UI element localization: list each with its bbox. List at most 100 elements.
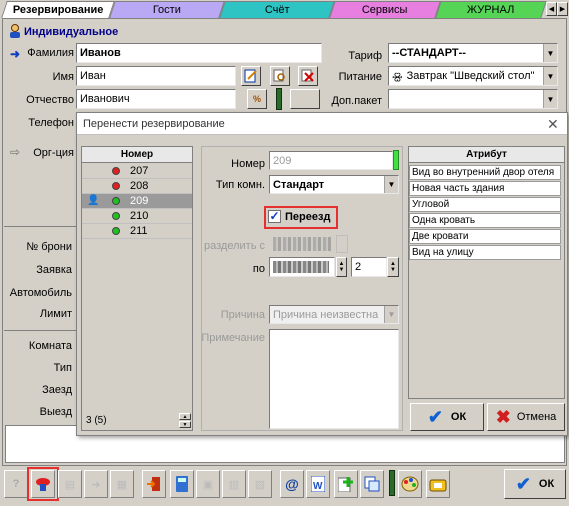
chevron-down-icon: ▼: [384, 176, 398, 193]
attributes-panel: Атрибут Вид во внутренний двор отеля Нов…: [408, 146, 565, 399]
tab-services[interactable]: Сервисы: [329, 1, 441, 18]
food-icon: 🝮: [392, 71, 403, 83]
tab-booking[interactable]: Резервирование: [1, 1, 115, 18]
tab-guests[interactable]: Гости: [109, 1, 225, 18]
patronymic-field[interactable]: Иванович: [76, 89, 236, 109]
room-row[interactable]: 207: [82, 164, 192, 179]
tarif-label: Тариф: [348, 50, 382, 62]
surname-label: Фамилия: [27, 47, 74, 59]
reason-select: Причина неизвестна ▼: [269, 305, 399, 324]
room-row[interactable]: 210: [82, 209, 192, 224]
percent-icon[interactable]: %: [247, 89, 267, 109]
main-ok-button[interactable]: ✔ ОК: [504, 469, 566, 499]
surname-field[interactable]: Иванов: [76, 43, 322, 63]
status-dot-icon: [112, 212, 120, 220]
car-label: Автомобиль: [9, 287, 72, 299]
calculator-icon[interactable]: [170, 470, 194, 498]
move-booking-dialog: Перенести резервирование ✕ Номер 207 208…: [76, 112, 568, 436]
edit-icon[interactable]: [241, 66, 261, 86]
note-textarea[interactable]: [269, 329, 399, 429]
attribute-item[interactable]: Угловой: [409, 197, 561, 212]
email-icon[interactable]: @: [280, 470, 304, 498]
extra-package-select[interactable]: ▼: [388, 89, 558, 109]
disabled-tool-icon: ▧: [248, 470, 272, 498]
name-label: Имя: [52, 71, 74, 83]
chevron-down-icon: ▼: [543, 90, 557, 108]
move-checkbox-label: Переезд: [285, 211, 331, 223]
checkmark-icon: ✔: [515, 473, 531, 494]
room-row[interactable]: 211: [82, 224, 192, 239]
attribute-item[interactable]: Вид во внутренний двор отеля: [409, 165, 561, 180]
request-label: Заявка: [36, 264, 72, 276]
attribute-item[interactable]: Две кровати: [409, 229, 561, 244]
cross-icon: ✖: [495, 406, 511, 427]
split-date-spinner: [336, 235, 348, 253]
extra-package-label: Доп.пакет: [331, 95, 382, 107]
dialog-cancel-button[interactable]: ✖ Отмена: [487, 403, 565, 431]
svg-text:W: W: [313, 481, 323, 492]
room-count: 3 (5): [86, 415, 107, 426]
help-icon[interactable]: ?: [4, 470, 28, 498]
attribute-item[interactable]: Новая часть здания: [409, 181, 561, 196]
chevron-down-icon: ▼: [543, 67, 557, 85]
chevron-down-icon: ▼: [384, 306, 398, 323]
arrow-right-outline-icon: ⇨: [10, 145, 21, 159]
attributes-header: Атрибут: [409, 147, 564, 163]
split-date-field: [273, 237, 331, 251]
person-icon: 👤: [87, 195, 100, 206]
attribute-item[interactable]: Вид на улицу: [409, 245, 561, 260]
search-icon[interactable]: [270, 66, 290, 86]
food-label: Питание: [338, 71, 382, 83]
tab-bill[interactable]: Счёт: [219, 1, 335, 18]
close-icon[interactable]: ✕: [547, 116, 559, 133]
phone-icon[interactable]: [426, 470, 450, 498]
tab-scroll-left[interactable]: ◀: [546, 2, 557, 16]
room-row-selected[interactable]: 👤 209: [82, 194, 192, 209]
exit-door-icon[interactable]: [142, 470, 166, 498]
status-indicator: [276, 88, 282, 110]
room-row[interactable]: 208: [82, 179, 192, 194]
copy-icon[interactable]: [360, 470, 384, 498]
move-checkbox[interactable]: ✓: [268, 210, 281, 223]
split-label: разделить с: [204, 240, 265, 252]
dialog-ok-button[interactable]: ✔ ОК: [410, 403, 484, 431]
type-label: Тип: [53, 362, 72, 374]
disabled-tool-icon: ▤: [58, 470, 82, 498]
delete-icon[interactable]: [298, 66, 318, 86]
palette-icon[interactable]: [398, 470, 422, 498]
word-doc-icon[interactable]: W: [306, 470, 330, 498]
limit-label: Лимит: [39, 308, 72, 320]
spin-up[interactable]: ▲: [179, 413, 191, 420]
dialog-title: Перенести резервирование: [83, 118, 225, 130]
person-icon: [9, 24, 21, 38]
disabled-tool-icon: ▣: [196, 470, 220, 498]
tarif-select[interactable]: --СТАНДАРТ-- ▼: [388, 43, 558, 63]
to-date-spinner[interactable]: ▲ ▼: [336, 257, 347, 277]
attribute-item[interactable]: Одна кровать: [409, 213, 561, 228]
food-select[interactable]: 🝮 Завтрак "Шведский стол" ▼: [388, 66, 558, 86]
reason-label: Причина: [220, 309, 265, 321]
name-field[interactable]: Иван: [76, 66, 236, 86]
move-booking-icon[interactable]: [31, 470, 55, 498]
number-field[interactable]: 209: [269, 151, 393, 170]
nights-field[interactable]: 2: [351, 257, 387, 277]
tab-scroll-right[interactable]: ▶: [557, 2, 568, 16]
disabled-tool-icon: ▥: [222, 470, 246, 498]
blank-button[interactable]: [290, 89, 320, 109]
status-dot-icon: [112, 197, 120, 205]
room-type-select[interactable]: Стандарт ▼: [269, 175, 399, 194]
add-document-icon[interactable]: [334, 470, 358, 498]
to-label: по: [252, 263, 265, 275]
room-label: Комната: [28, 340, 72, 352]
tab-journal[interactable]: ЖУРНАЛ: [435, 1, 547, 18]
checkmark-icon: ✔: [427, 406, 443, 427]
departure-label: Выезд: [39, 406, 72, 418]
to-date-field[interactable]: [269, 257, 335, 277]
spin-down[interactable]: ▼: [179, 421, 191, 428]
nights-spinner[interactable]: ▲ ▼: [387, 257, 399, 277]
arrival-label: Заезд: [42, 384, 72, 396]
patronymic-label: Отчество: [26, 94, 74, 106]
room-type-label: Тип комн.: [215, 179, 265, 191]
status-dot-icon: [112, 167, 120, 175]
number-label: Номер: [231, 158, 265, 170]
